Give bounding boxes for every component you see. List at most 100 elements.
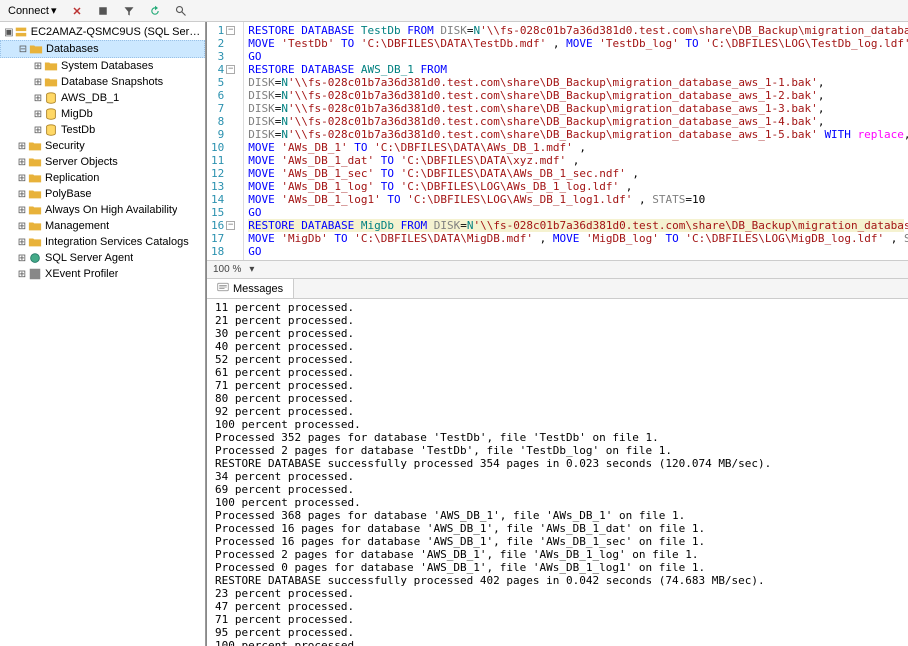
code-area[interactable]: RESTORE DATABASE TestDb FROM DISK=N'\\fs…: [244, 22, 908, 260]
code-line[interactable]: MOVE 'AWs_DB_1_log1' TO 'C:\DBFILES\LOG\…: [248, 193, 904, 206]
fold-icon[interactable]: −: [226, 65, 235, 74]
expand-icon[interactable]: ⊞: [32, 77, 44, 88]
tree-label: Databases: [46, 43, 99, 55]
tree-node[interactable]: ⊞ Server Objects: [0, 154, 205, 170]
tree-node[interactable]: ⊞ Management: [0, 218, 205, 234]
results-tabs: Messages: [207, 278, 908, 299]
tree-node[interactable]: ⊞ Replication: [0, 170, 205, 186]
expand-icon[interactable]: ▣: [4, 27, 14, 38]
xe-icon: [28, 267, 42, 281]
tree-node[interactable]: ⊞ MigDb: [0, 106, 205, 122]
tree-node[interactable]: ⊞ SQL Server Agent: [0, 250, 205, 266]
tree-label: Server Objects: [45, 156, 118, 168]
tree-node[interactable]: ⊞ AWS_DB_1: [0, 90, 205, 106]
expand-icon[interactable]: ⊞: [16, 189, 28, 200]
server-icon: [14, 25, 28, 39]
fold-icon[interactable]: −: [226, 26, 235, 35]
code-line[interactable]: RESTORE DATABASE TestDb FROM DISK=N'\\fs…: [248, 24, 904, 37]
code-line[interactable]: GO: [248, 245, 904, 258]
tree-label: Integration Services Catalogs: [45, 236, 189, 248]
tree-label: AWS_DB_1: [61, 92, 119, 104]
code-line[interactable]: GO: [248, 50, 904, 63]
expand-icon[interactable]: ⊞: [16, 205, 28, 216]
expand-icon[interactable]: ⊞: [16, 173, 28, 184]
tree-label: XEvent Profiler: [45, 268, 118, 280]
tree-label: Replication: [45, 172, 99, 184]
tab-messages[interactable]: Messages: [207, 279, 294, 298]
sql-editor[interactable]: 1−234−5678910111213141516−1718 RESTORE D…: [207, 22, 908, 260]
tree-label: Always On High Availability: [45, 204, 177, 216]
tree-label: SQL Server Agent: [45, 252, 133, 264]
disconnect-icon[interactable]: [67, 4, 87, 18]
expand-icon[interactable]: ⊟: [17, 44, 29, 55]
tree-node[interactable]: ⊞ Integration Services Catalogs: [0, 234, 205, 250]
folder-icon: [28, 203, 42, 217]
tree-node[interactable]: ⊟ Databases: [0, 40, 205, 58]
code-line[interactable]: MOVE 'AWs_DB_1_log' TO 'C:\DBFILES\LOG\A…: [248, 180, 904, 193]
messages-panel[interactable]: 11 percent processed. 21 percent process…: [207, 299, 908, 646]
tree-node[interactable]: ⊞ XEvent Profiler: [0, 266, 205, 282]
expand-icon[interactable]: ⊞: [16, 141, 28, 152]
tree-label: Security: [45, 140, 85, 152]
zoom-bar: 100 % ▾: [207, 260, 908, 278]
folder-icon: [28, 139, 42, 153]
refresh-icon[interactable]: [145, 4, 165, 18]
tree-node[interactable]: ⊞ Always On High Availability: [0, 202, 205, 218]
expand-icon[interactable]: ⊞: [16, 221, 28, 232]
code-line[interactable]: DISK=N'\\fs-028c01b7a36d381d0.test.com\s…: [248, 76, 904, 89]
code-line[interactable]: DISK=N'\\fs-028c01b7a36d381d0.test.com\s…: [248, 128, 904, 141]
db-icon: [44, 91, 58, 105]
fold-icon[interactable]: −: [226, 221, 235, 230]
tab-messages-label: Messages: [233, 283, 283, 295]
folder-icon: [44, 59, 58, 73]
expand-icon[interactable]: ⊞: [16, 253, 28, 264]
folder-icon: [44, 75, 58, 89]
tree-node[interactable]: ⊞ Database Snapshots: [0, 74, 205, 90]
server-node[interactable]: ▣ EC2AMAZ-QSMC9US (SQL Server 15.0.43: [0, 24, 205, 40]
code-line[interactable]: MOVE 'MigDb' TO 'C:\DBFILES\DATA\MigDB.m…: [248, 232, 904, 245]
code-line[interactable]: RESTORE DATABASE MigDb FROM DISK=N'\\fs-…: [248, 219, 904, 232]
tree-node[interactable]: ⊞System Databases: [0, 58, 205, 74]
object-explorer-toolbar: Connect ▾: [0, 0, 908, 22]
db-icon: [44, 123, 58, 137]
tree-node[interactable]: ⊞ PolyBase: [0, 186, 205, 202]
db-icon: [44, 107, 58, 121]
code-line[interactable]: DISK=N'\\fs-028c01b7a36d381d0.test.com\s…: [248, 102, 904, 115]
code-line[interactable]: DISK=N'\\fs-028c01b7a36d381d0.test.com\s…: [248, 89, 904, 102]
code-line[interactable]: DISK=N'\\fs-028c01b7a36d381d0.test.com\s…: [248, 115, 904, 128]
code-line[interactable]: GO: [248, 206, 904, 219]
code-line[interactable]: MOVE 'AWs_DB_1_dat' TO 'C:\DBFILES\DATA\…: [248, 154, 904, 167]
server-label: EC2AMAZ-QSMC9US (SQL Server 15.0.43: [31, 26, 205, 38]
folder-icon: [28, 187, 42, 201]
folder-icon: [28, 219, 42, 233]
tree-label: PolyBase: [45, 188, 91, 200]
expand-icon[interactable]: ⊞: [32, 125, 44, 136]
stop-icon[interactable]: [93, 4, 113, 18]
expand-icon[interactable]: ⊞: [16, 157, 28, 168]
expand-icon[interactable]: ⊞: [32, 93, 44, 104]
code-line[interactable]: MOVE 'AWs_DB_1' TO 'C:\DBFILES\DATA\AWs_…: [248, 141, 904, 154]
expand-icon[interactable]: ⊞: [16, 237, 28, 248]
tree-label: MigDb: [61, 108, 93, 120]
tree-label: TestDb: [61, 124, 95, 136]
folder-icon: [28, 235, 42, 249]
line-gutter: 1−234−5678910111213141516−1718: [207, 22, 244, 260]
expand-icon[interactable]: ⊞: [32, 109, 44, 120]
expand-icon[interactable]: ⊞: [32, 61, 44, 72]
filter-icon[interactable]: [119, 4, 139, 18]
connect-label: Connect: [8, 5, 49, 17]
zoom-value[interactable]: 100 %: [213, 264, 241, 275]
tree-node[interactable]: ⊞ Security: [0, 138, 205, 154]
folder-icon: [28, 171, 42, 185]
tree-label: Database Snapshots: [61, 76, 163, 88]
code-line[interactable]: MOVE 'TestDb' TO 'C:\DBFILES\DATA\TestDb…: [248, 37, 904, 50]
expand-icon[interactable]: ⊞: [16, 269, 28, 280]
object-explorer[interactable]: ▣ EC2AMAZ-QSMC9US (SQL Server 15.0.43 ⊟ D…: [0, 22, 206, 646]
search-icon[interactable]: [171, 4, 191, 18]
connect-button[interactable]: Connect ▾: [4, 3, 61, 18]
code-line[interactable]: RESTORE DATABASE AWS_DB_1 FROM: [248, 63, 904, 76]
tree-label: Management: [45, 220, 109, 232]
chevron-down-icon[interactable]: ▾: [249, 264, 254, 275]
code-line[interactable]: MOVE 'AWs_DB_1_sec' TO 'C:\DBFILES\DATA\…: [248, 167, 904, 180]
tree-node[interactable]: ⊞ TestDb: [0, 122, 205, 138]
